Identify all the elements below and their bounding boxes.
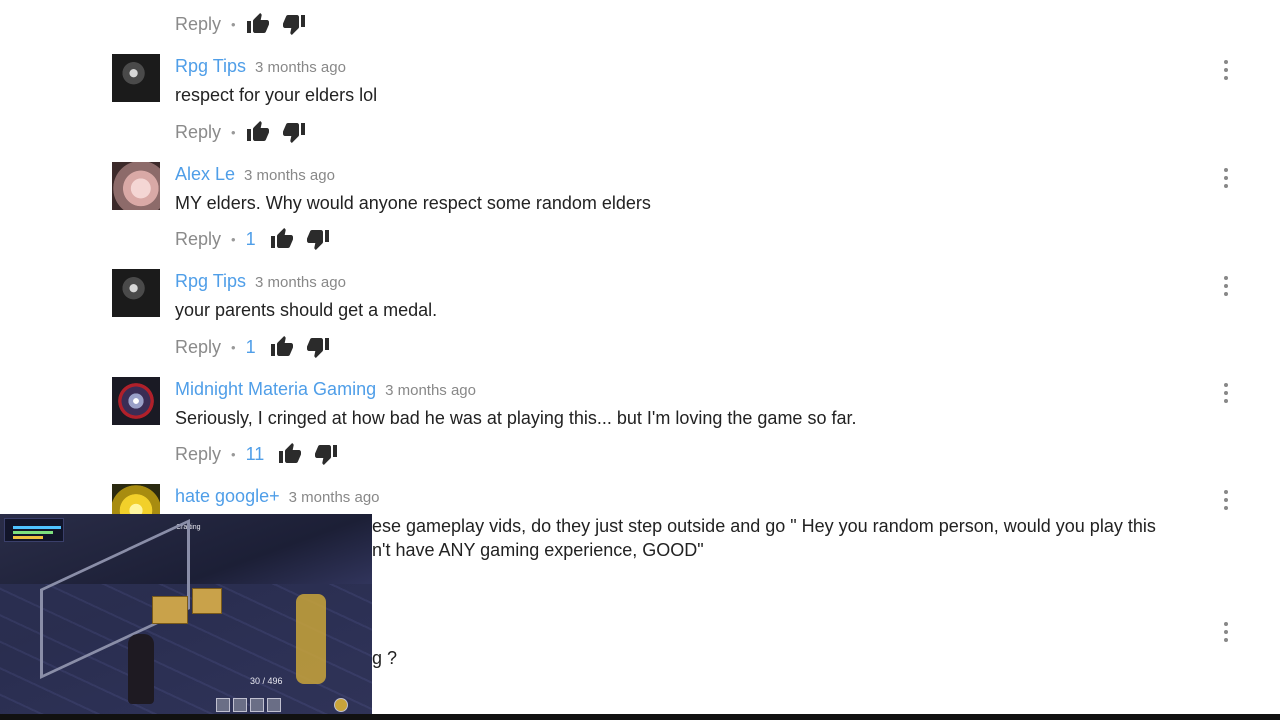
comment-header: Midnight Materia Gaming 3 months ago [175,379,476,400]
comment-text: your parents should get a medal. [175,300,438,320]
comment-header: Rpg Tips 3 months ago [175,271,346,292]
game-character [128,634,154,704]
comment-time[interactable]: 3 months ago [244,167,335,184]
thumbs-down-icon[interactable] [282,120,306,144]
comment-time[interactable]: 3 months ago [289,489,380,506]
comment-actions: Reply • 11 [175,440,350,468]
reply-button[interactable]: Reply [175,337,221,358]
kebab-menu-icon[interactable] [1218,166,1234,190]
comment-header: Rpg Tips 3 months ago [175,56,346,77]
comment-text: ese gameplay vids, do they just step out… [372,516,1156,536]
thumbs-up-icon[interactable] [270,335,294,359]
thumbs-down-icon[interactable] [314,442,338,466]
avatar[interactable] [112,377,160,425]
kebab-menu-icon[interactable] [1218,620,1234,644]
comment-header: Alex Le 3 months ago [175,164,335,185]
shield-bar [13,531,53,534]
comment-text: MY elders. Why would anyone respect some… [175,193,651,213]
comment-time[interactable]: 3 months ago [255,59,346,76]
energy-bar [13,536,43,539]
avatar[interactable] [112,54,160,102]
thumbs-down-icon[interactable] [306,335,330,359]
thumbs-up-icon[interactable] [246,120,270,144]
hotbar-ability-icon [334,698,348,712]
avatar[interactable] [112,162,160,210]
kebab-menu-icon[interactable] [1218,58,1234,82]
comment-actions: Reply • [175,118,318,146]
thumbs-up-icon[interactable] [246,12,270,36]
game-crate [192,588,222,614]
comment-text: g ? [372,648,398,668]
comment-actions: Reply • [175,10,318,38]
avatar[interactable] [112,269,160,317]
kebab-menu-icon[interactable] [1218,488,1234,512]
like-count: 11 [245,443,265,464]
comment-actions: Reply • 1 [175,333,342,361]
health-bar [13,526,61,529]
kebab-menu-icon[interactable] [1218,381,1234,405]
comment-text: Seriously, I cringed at how bad he was a… [175,408,857,428]
author-name[interactable]: hate google+ [175,486,280,507]
game-crate [152,596,188,624]
thumbs-down-icon[interactable] [282,12,306,36]
hotbar-slot [233,698,247,712]
comment-actions: Reply • 1 [175,225,342,253]
like-count: 1 [245,336,256,357]
separator-dot: • [231,231,236,247]
comment-header: hate google+ 3 months ago [175,486,380,507]
kebab-menu-icon[interactable] [1218,274,1234,298]
hotbar-slot [216,698,230,712]
game-ammo-counter: 30 / 496 [250,676,283,686]
comment-time[interactable]: 3 months ago [255,274,346,291]
separator-dot: • [231,446,236,462]
author-name[interactable]: Rpg Tips [175,56,246,77]
separator-dot: • [231,16,236,32]
author-name[interactable]: Alex Le [175,164,235,185]
reply-button[interactable]: Reply [175,229,221,250]
reply-button[interactable]: Reply [175,444,221,465]
author-name[interactable]: Midnight Materia Gaming [175,379,376,400]
comment-text: n't have ANY gaming experience, GOOD" [372,540,704,560]
comment-time[interactable]: 3 months ago [385,382,476,399]
separator-dot: • [231,124,236,140]
bottom-bar [0,714,1280,720]
like-count: 1 [245,228,256,249]
reply-button[interactable]: Reply [175,14,221,35]
separator-dot: • [231,339,236,355]
thumbs-down-icon[interactable] [306,227,330,251]
hotbar-slot [250,698,264,712]
thumbs-up-icon[interactable] [270,227,294,251]
game-hud [4,518,64,542]
video-overlay[interactable]: Crafting 30 / 496 [0,514,372,720]
comment-text: respect for your elders lol [175,85,378,105]
author-name[interactable]: Rpg Tips [175,271,246,292]
game-figure [296,594,326,684]
hotbar-slot [267,698,281,712]
reply-button[interactable]: Reply [175,122,221,143]
thumbs-up-icon[interactable] [278,442,302,466]
